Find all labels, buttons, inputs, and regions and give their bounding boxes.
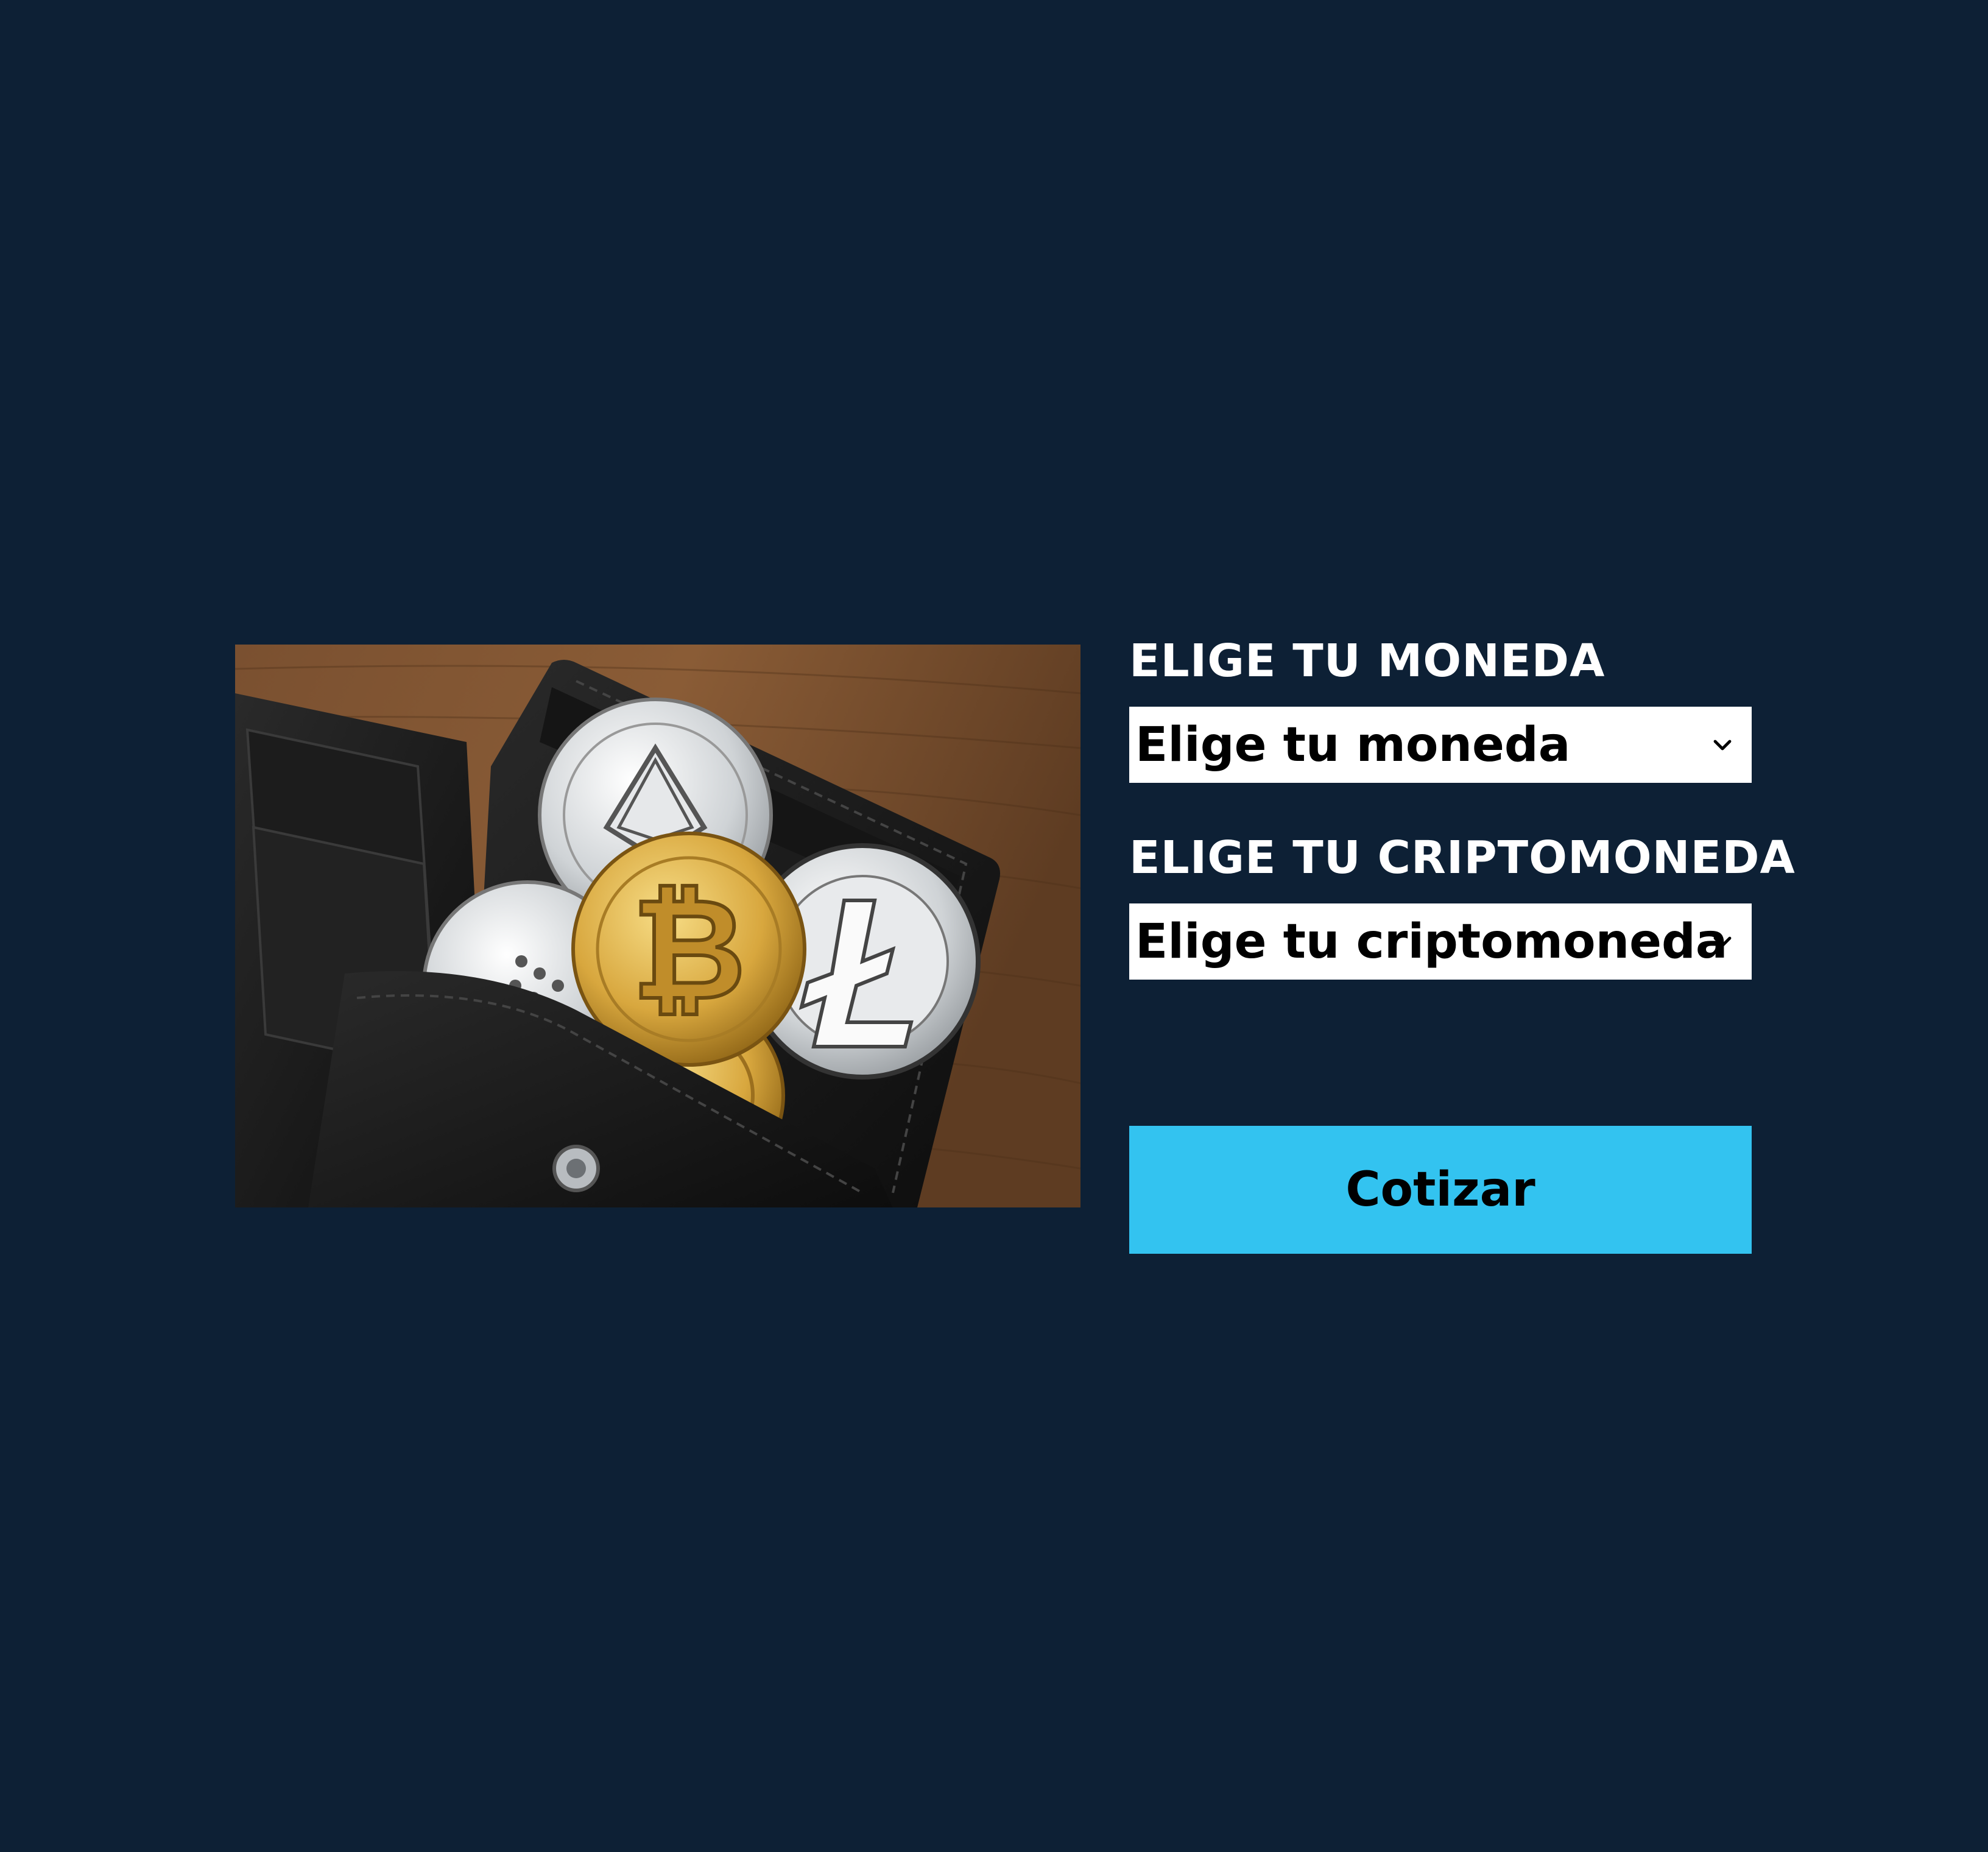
crypto-wallet-image: ₿ xyxy=(235,645,1080,1207)
currency-select[interactable]: Elige tu moneda xyxy=(1129,707,1752,783)
crypto-label: ELIGE TU CRIPTOMONEDA xyxy=(1129,832,1796,884)
chevron-down-icon xyxy=(1710,733,1735,757)
crypto-select-value: Elige tu criptomoneda xyxy=(1135,914,1728,969)
page: ₿ ELIGE TU MONEDA Elige tu moneda ELIGE … xyxy=(0,0,1988,1852)
quote-form: ELIGE TU MONEDA Elige tu moneda ELIGE TU… xyxy=(1129,634,1796,1254)
currency-select-value: Elige tu moneda xyxy=(1135,717,1571,772)
svg-text:₿: ₿ xyxy=(632,869,745,1031)
crypto-select[interactable]: Elige tu criptomoneda xyxy=(1129,903,1752,980)
chevron-down-icon xyxy=(1710,930,1735,954)
currency-label: ELIGE TU MONEDA xyxy=(1129,635,1606,687)
cotizar-button[interactable]: Cotizar xyxy=(1129,1126,1752,1254)
